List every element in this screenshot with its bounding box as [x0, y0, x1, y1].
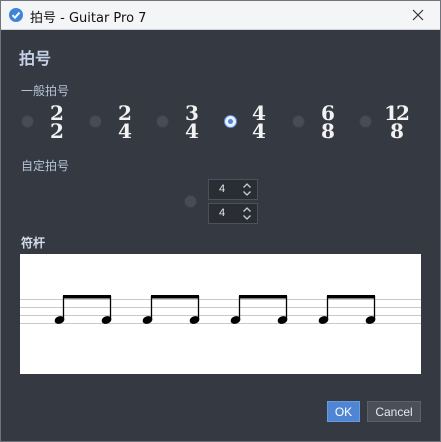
spin-arrows-icon[interactable] — [242, 206, 252, 221]
numerator-value: 4 — [219, 183, 226, 195]
time-signature-4-4[interactable]: 44 — [245, 103, 273, 141]
numerator-spinbox[interactable]: 4 — [208, 179, 258, 200]
time-signature-12-8[interactable]: 12 8 — [380, 103, 412, 141]
ok-button[interactable]: OK — [327, 401, 360, 422]
spin-arrows-icon[interactable] — [242, 182, 252, 197]
dialog-heading: 拍号 — [19, 51, 52, 68]
radio-custom[interactable] — [184, 195, 197, 208]
radio-2-2[interactable] — [21, 115, 34, 128]
radio-3-4[interactable] — [156, 115, 169, 128]
radio-6-8[interactable] — [292, 115, 305, 128]
beaming-preview — [20, 254, 421, 374]
custom-time-signature-label: 自定拍号 — [21, 159, 70, 173]
close-button[interactable] — [396, 1, 440, 29]
window-title: 拍号 - Guitar Pro 7 — [30, 11, 147, 26]
time-signature-2-4[interactable]: 24 — [111, 103, 139, 141]
close-icon — [412, 9, 424, 21]
general-time-signature-label: 一般拍号 — [21, 84, 70, 98]
time-signature-6-8[interactable]: 68 — [314, 103, 342, 141]
cancel-button[interactable]: Cancel — [367, 401, 421, 422]
radio-12-8[interactable] — [359, 115, 372, 128]
notation-staff — [20, 295, 421, 324]
radio-4-4[interactable] — [224, 115, 237, 128]
time-signature-2-2[interactable]: 22 — [43, 103, 71, 141]
denominator-spinbox[interactable]: 4 — [208, 203, 258, 224]
title-bar[interactable]: 拍号 - Guitar Pro 7 — [1, 1, 440, 30]
radio-2-4[interactable] — [89, 115, 102, 128]
guitar-pro-icon — [9, 8, 23, 22]
beaming-label: 符杆 — [21, 236, 46, 250]
denominator-value: 4 — [219, 207, 226, 219]
time-signature-dialog: 拍号 - Guitar Pro 7 拍号 一般拍号 22 24 34 44 68 — [0, 0, 441, 442]
time-signature-3-4[interactable]: 34 — [178, 103, 206, 141]
